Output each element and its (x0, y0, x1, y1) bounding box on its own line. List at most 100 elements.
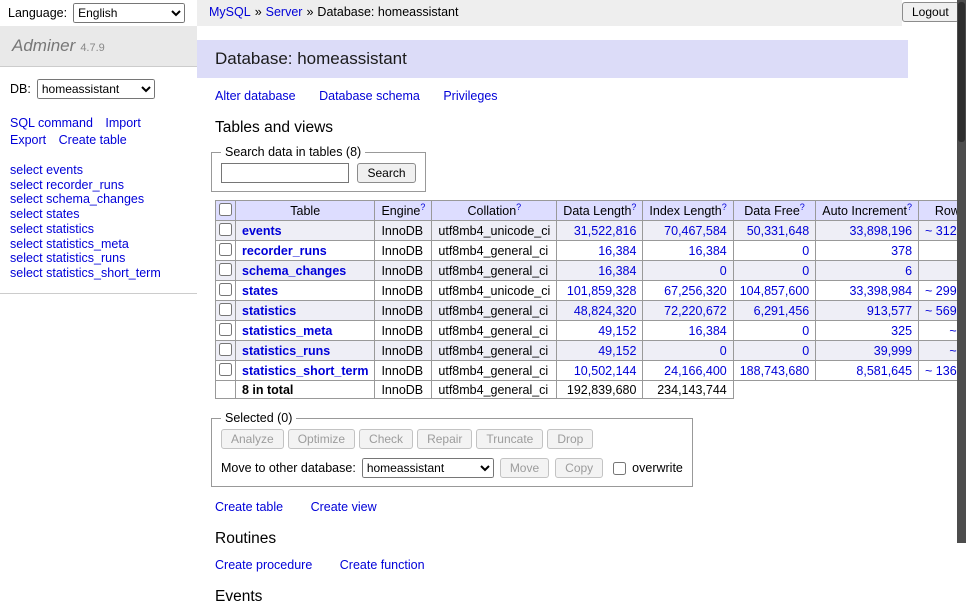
table-link[interactable]: statistics_meta (242, 324, 332, 338)
row-checkbox[interactable] (219, 223, 232, 236)
help-icon[interactable]: ? (907, 202, 912, 212)
data_free-link[interactable]: 0 (802, 244, 809, 258)
engine-cell: InnoDB (375, 341, 432, 361)
auto_increment-link[interactable]: 378 (891, 244, 912, 258)
data_length-link[interactable]: 48,824,320 (574, 304, 637, 318)
check-button[interactable]: Check (359, 429, 413, 449)
analyze-button[interactable]: Analyze (221, 429, 284, 449)
row-checkbox[interactable] (219, 343, 232, 356)
create-link-create-view[interactable]: Create view (311, 500, 377, 514)
scrollbar[interactable] (957, 0, 966, 543)
breadcrumb-item-server[interactable]: Server (266, 5, 303, 19)
create-link-create-table[interactable]: Create table (215, 500, 283, 514)
row-checkbox[interactable] (219, 323, 232, 336)
logout-button[interactable]: Logout (902, 2, 959, 22)
select-all-checkbox[interactable] (219, 203, 232, 216)
sidebar-link-select-statistics-short-term[interactable]: select statistics_short_term (10, 266, 197, 281)
table-link[interactable]: recorder_runs (242, 244, 327, 258)
sidebar-link-select-events[interactable]: select events (10, 163, 197, 178)
breadcrumb-separator: » (306, 5, 313, 19)
db-action-privileges[interactable]: Privileges (443, 89, 497, 103)
db-select[interactable]: homeassistant (37, 79, 155, 99)
data_free-link[interactable]: 188,743,680 (740, 364, 810, 378)
index_length-link[interactable]: 24,166,400 (664, 364, 727, 378)
auto_increment-link[interactable]: 6 (905, 264, 912, 278)
sidebar-action-import[interactable]: Import (105, 116, 140, 130)
sidebar-link-select-statistics-runs[interactable]: select statistics_runs (10, 251, 197, 266)
col-header-index-length: Index Length? (643, 201, 733, 221)
row-checkbox[interactable] (219, 263, 232, 276)
help-icon[interactable]: ? (800, 202, 805, 212)
data_length-link[interactable]: 10,502,144 (574, 364, 637, 378)
row-checkbox[interactable] (219, 363, 232, 376)
row-checkbox[interactable] (219, 283, 232, 296)
table-link[interactable]: statistics_short_term (242, 364, 368, 378)
auto_increment-link[interactable]: 913,577 (867, 304, 912, 318)
data_free-link[interactable]: 0 (802, 264, 809, 278)
data_length-link[interactable]: 101,859,328 (567, 284, 637, 298)
data_free-link[interactable]: 104,857,600 (740, 284, 810, 298)
search-input[interactable] (221, 163, 349, 183)
index_length-link[interactable]: 70,467,584 (664, 224, 727, 238)
index_length-link[interactable]: 0 (720, 344, 727, 358)
sidebar-action-export[interactable]: Export (10, 133, 46, 147)
copy-button[interactable]: Copy (555, 458, 603, 478)
repair-button[interactable]: Repair (417, 429, 472, 449)
data_length-link[interactable]: 49,152 (598, 324, 636, 338)
data_free-link[interactable]: 0 (802, 344, 809, 358)
table-link[interactable]: events (242, 224, 282, 238)
move-db-select[interactable]: homeassistant (362, 458, 494, 478)
index_length-link[interactable]: 67,256,320 (664, 284, 727, 298)
sidebar-link-select-states[interactable]: select states (10, 207, 197, 222)
data_free-cell: 188,743,680 (733, 361, 816, 381)
index_length-link[interactable]: 16,384 (689, 324, 727, 338)
help-icon[interactable]: ? (516, 202, 521, 212)
row-check-cell (216, 321, 236, 341)
auto_increment-link[interactable]: 33,398,984 (849, 284, 912, 298)
help-icon[interactable]: ? (631, 202, 636, 212)
index_length-link[interactable]: 16,384 (689, 244, 727, 258)
auto_increment-link[interactable]: 8,581,645 (856, 364, 912, 378)
sidebar-link-select-schema-changes[interactable]: select schema_changes (10, 192, 197, 207)
data_length-link[interactable]: 16,384 (598, 244, 636, 258)
table-link[interactable]: statistics_runs (242, 344, 330, 358)
help-icon[interactable]: ? (722, 202, 727, 212)
data_free-link[interactable]: 0 (802, 324, 809, 338)
data_length-link[interactable]: 49,152 (598, 344, 636, 358)
index_length-link[interactable]: 72,220,672 (664, 304, 727, 318)
optimize-button[interactable]: Optimize (288, 429, 355, 449)
row-checkbox[interactable] (219, 303, 232, 316)
overwrite-checkbox[interactable] (613, 462, 626, 475)
search-button[interactable]: Search (357, 163, 415, 183)
auto_increment-link[interactable]: 39,999 (874, 344, 912, 358)
sidebar-action-sql-command[interactable]: SQL command (10, 116, 93, 130)
db-action-alter-database[interactable]: Alter database (215, 89, 296, 103)
collation-cell: utf8mb4_general_ci (432, 361, 557, 381)
help-icon[interactable]: ? (420, 202, 425, 212)
db-action-database-schema[interactable]: Database schema (319, 89, 420, 103)
auto_increment-link[interactable]: 325 (891, 324, 912, 338)
routine-link-create-procedure[interactable]: Create procedure (215, 558, 312, 572)
data_length-link[interactable]: 31,522,816 (574, 224, 637, 238)
data_free-link[interactable]: 50,331,648 (747, 224, 810, 238)
data_free-link[interactable]: 6,291,456 (754, 304, 810, 318)
scrollbar-thumb[interactable] (958, 2, 965, 142)
index_length-link[interactable]: 0 (720, 264, 727, 278)
move-button[interactable]: Move (500, 458, 549, 478)
sidebar-link-select-statistics[interactable]: select statistics (10, 222, 197, 237)
routine-link-create-function[interactable]: Create function (340, 558, 425, 572)
data_length-link[interactable]: 16,384 (598, 264, 636, 278)
breadcrumb-item-mysql[interactable]: MySQL (209, 5, 251, 19)
sidebar-action-create-table[interactable]: Create table (59, 133, 127, 147)
overwrite-label[interactable]: overwrite (609, 459, 683, 478)
table-link[interactable]: statistics (242, 304, 296, 318)
truncate-button[interactable]: Truncate (476, 429, 543, 449)
drop-button[interactable]: Drop (547, 429, 593, 449)
sidebar-link-select-recorder-runs[interactable]: select recorder_runs (10, 178, 197, 193)
sidebar-link-select-statistics-meta[interactable]: select statistics_meta (10, 237, 197, 252)
row-checkbox[interactable] (219, 243, 232, 256)
language-select[interactable]: English (73, 3, 185, 23)
table-link[interactable]: schema_changes (242, 264, 346, 278)
auto_increment-link[interactable]: 33,898,196 (849, 224, 912, 238)
table-link[interactable]: states (242, 284, 278, 298)
